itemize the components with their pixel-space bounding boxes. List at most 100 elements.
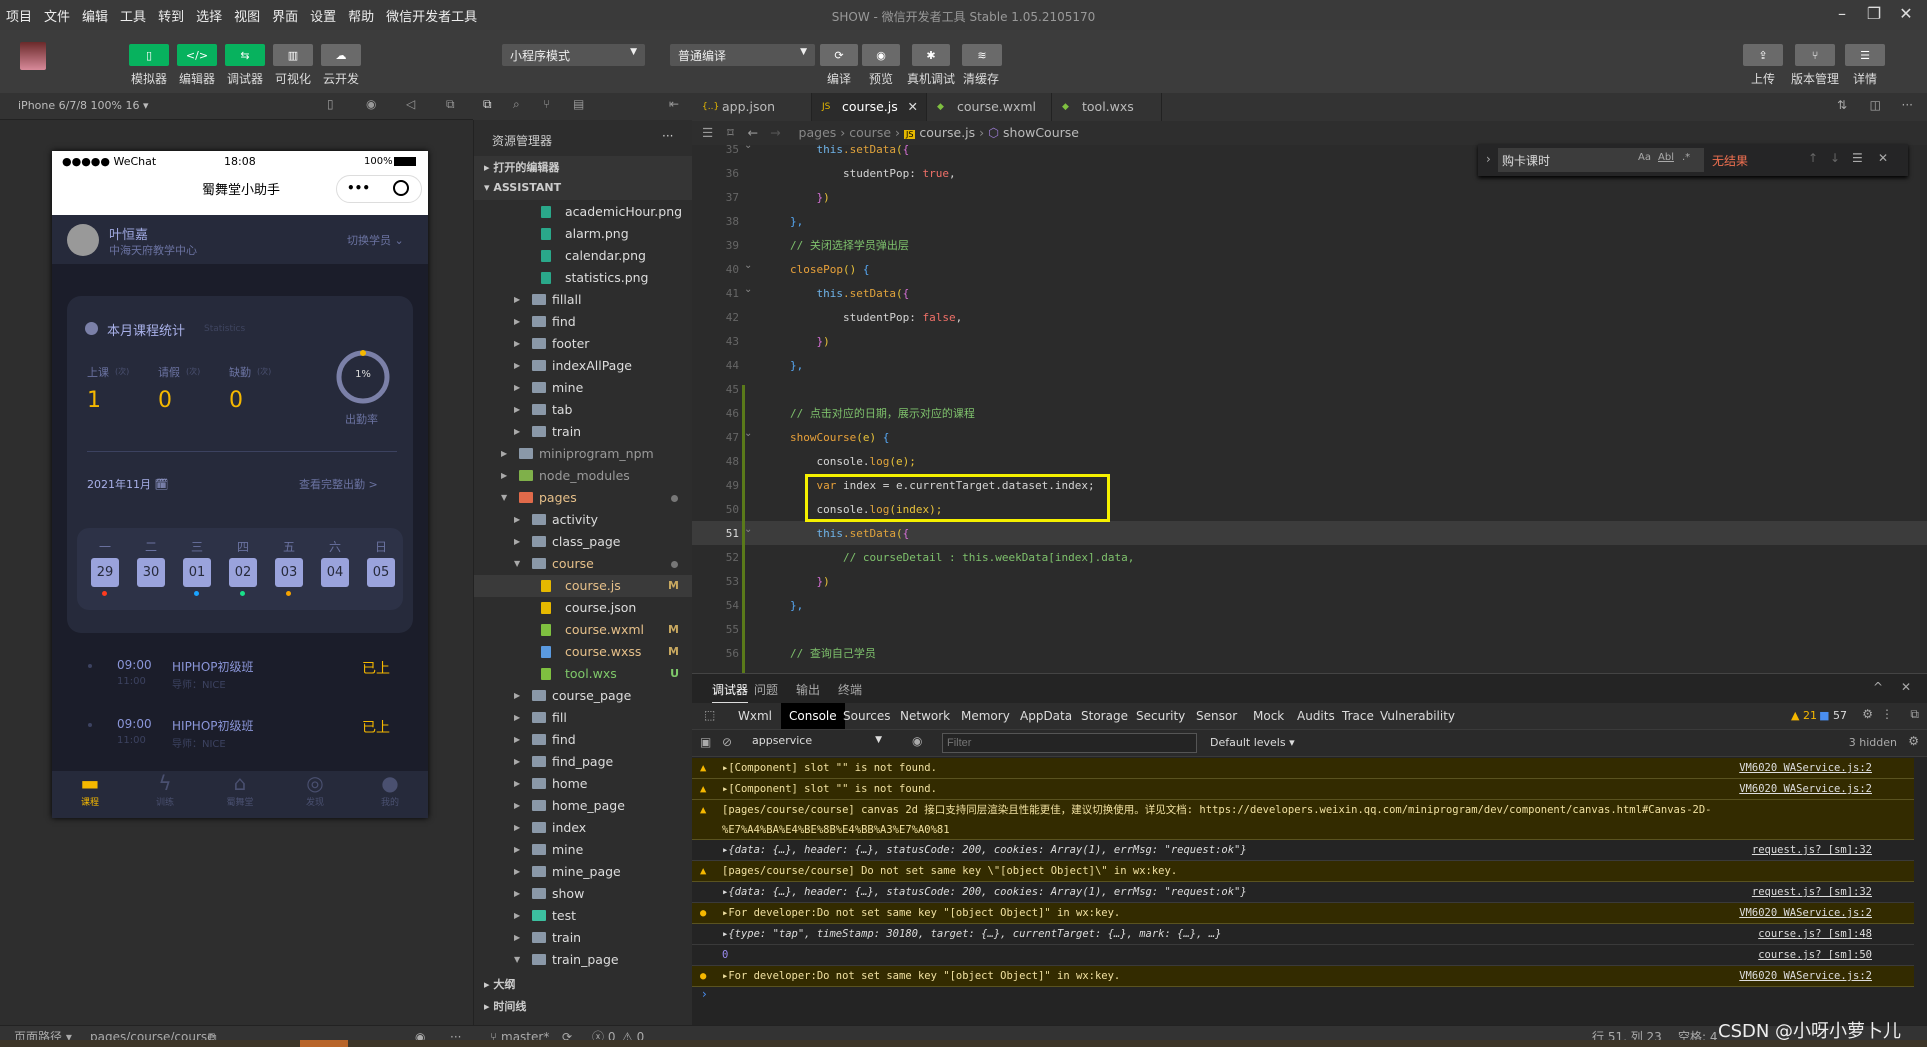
code-line[interactable]: this.setData({ xyxy=(790,138,909,162)
folder-item[interactable]: ▼ pages xyxy=(474,487,693,509)
date-cell[interactable]: 04 xyxy=(321,558,349,587)
file-item[interactable]: course.wxml M xyxy=(474,619,693,641)
maximize-panel-icon[interactable]: ^ xyxy=(1873,680,1883,694)
search-icon[interactable]: ⌕ xyxy=(513,97,520,112)
devtools-tab-vulnerability[interactable]: Vulnerability xyxy=(1372,703,1463,729)
folder-item[interactable]: ▶ mine xyxy=(474,839,693,861)
folder-item[interactable]: ▶ mine xyxy=(474,377,693,399)
code-line[interactable]: this.setData({ xyxy=(790,522,909,546)
close-window-button[interactable]: ✕ xyxy=(1891,4,1921,23)
devtools-tab-sources[interactable]: Sources xyxy=(835,703,898,729)
tab-home[interactable]: ⌂ 蜀舞堂 xyxy=(212,771,268,818)
menu-item[interactable]: 微信开发者工具 xyxy=(380,6,483,25)
file-item[interactable]: course.js M xyxy=(474,575,693,597)
code-line[interactable]: // 点击对应的日期，展示对应的课程 xyxy=(790,402,975,426)
date-cell[interactable]: 02 xyxy=(229,558,257,587)
menu-item[interactable]: 界面 xyxy=(266,6,304,25)
toggle-replace-icon[interactable]: › xyxy=(1486,152,1491,166)
forward-icon[interactable]: → xyxy=(770,125,780,140)
code-line[interactable]: studentPop: true, xyxy=(790,162,956,186)
folder-item[interactable]: ▶ find xyxy=(474,729,693,751)
console-row[interactable]: ▸{data: {…}, header: {…}, statusCode: 20… xyxy=(692,882,1914,903)
date-cell[interactable]: 01 xyxy=(183,558,211,587)
find-in-selection-icon[interactable]: ☰ xyxy=(1852,151,1863,165)
phone-button[interactable]: ▯ xyxy=(129,44,169,66)
devtools-tab-security[interactable]: Security xyxy=(1128,703,1193,729)
debug-icon[interactable]: ▤ xyxy=(573,97,584,111)
clear-console-icon[interactable]: ⊘ xyxy=(722,735,732,749)
git-icon[interactable]: ⑂ xyxy=(543,97,550,111)
code-line[interactable]: this.setData({ xyxy=(790,282,909,306)
folder-item[interactable]: ▶ home_page xyxy=(474,795,693,817)
date-cell[interactable]: 03 xyxy=(275,558,303,587)
date-cell[interactable]: 30 xyxy=(137,558,165,587)
console-row[interactable]: ▲ ▸[Component] slot "" is not found. VM602… xyxy=(692,758,1914,779)
more-icon[interactable]: ••• xyxy=(347,181,370,195)
timeline-section[interactable]: ▸ 时间线 xyxy=(484,998,526,1014)
eye-icon[interactable]: ◉ xyxy=(912,734,922,748)
folder-item[interactable]: ▶ node_modules xyxy=(474,465,693,487)
fold-chevron-icon[interactable]: ⌄ xyxy=(744,140,752,151)
file-item[interactable]: tool.wxs U xyxy=(474,663,693,685)
minimize-button[interactable]: – xyxy=(1827,4,1857,23)
panel-tab[interactable]: 问题 xyxy=(754,681,778,698)
panel-tab[interactable]: 调试器 xyxy=(712,681,749,703)
console-row[interactable]: ● ▸For developer:Do not set same key "[ob… xyxy=(692,966,1914,987)
more-icon[interactable]: ⋮ xyxy=(1881,707,1893,721)
whole-word-toggle[interactable]: Abl xyxy=(1658,152,1674,163)
console-row[interactable]: ● ▸For developer:Do not set same key "[ob… xyxy=(692,903,1914,924)
crumb-item[interactable]: showCourse xyxy=(1003,125,1079,140)
menu-item[interactable]: 项目 xyxy=(0,6,38,25)
menu-icon[interactable]: ☰ xyxy=(1845,44,1885,66)
folder-item[interactable]: ▶ train xyxy=(474,927,693,949)
log-source-link[interactable]: request.js? [sm]:32 xyxy=(1752,840,1872,860)
code-line[interactable]: closePop() { xyxy=(790,258,869,282)
devtools-tab-wxml[interactable]: Wxml xyxy=(730,703,780,729)
folder-item[interactable]: ▶ test xyxy=(474,905,693,927)
devtools-tab-sensor[interactable]: Sensor xyxy=(1188,703,1245,729)
folder-item[interactable]: ▶ show xyxy=(474,883,693,905)
assistant-section[interactable]: ▾ ASSISTANT xyxy=(484,181,561,194)
sidebar-toggle-icon[interactable]: ▣ xyxy=(700,735,711,749)
find-input[interactable]: 购卡课时 Aa Abl .* xyxy=(1498,148,1704,172)
switch-student-button[interactable]: 切换学员 ⌄ xyxy=(347,232,404,248)
fold-chevron-icon[interactable]: ⌄ xyxy=(744,284,752,295)
info-count[interactable]: ■ 57 xyxy=(1819,709,1847,722)
folder-item[interactable]: ▶ class_page xyxy=(474,531,693,553)
devtools-tab-storage[interactable]: Storage xyxy=(1073,703,1136,729)
more-icon[interactable]: ··· xyxy=(662,129,673,143)
compile-select[interactable]: 普通编译 ▼ xyxy=(670,44,815,66)
log-source-link[interactable]: course.js? [sm]:48 xyxy=(1758,924,1872,944)
match-case-toggle[interactable]: Aa xyxy=(1638,152,1651,163)
code-line[interactable]: // 关闭选择学员弹出层 xyxy=(790,234,909,258)
code-button[interactable]: </> xyxy=(177,44,217,66)
menu-item[interactable]: 设置 xyxy=(304,6,342,25)
menu-item[interactable]: 视图 xyxy=(228,6,266,25)
date-cell[interactable]: 29 xyxy=(91,558,119,587)
maximize-button[interactable]: ❐ xyxy=(1859,4,1889,23)
folder-item[interactable]: ▶ tab xyxy=(474,399,693,421)
folder-item[interactable]: ▶ footer xyxy=(474,333,693,355)
folder-item[interactable]: ▼ course xyxy=(474,553,693,575)
month-label[interactable]: 2021年11月 🗓 xyxy=(87,476,168,492)
upload-icon[interactable]: ⇪ xyxy=(1743,44,1783,66)
capsule-menu[interactable]: ••• xyxy=(336,175,422,203)
close-panel-icon[interactable]: ✕ xyxy=(1901,680,1911,694)
outline-section[interactable]: ▸ 大纲 xyxy=(484,976,515,992)
menu-item[interactable]: 文件 xyxy=(38,6,76,25)
regex-toggle[interactable]: .* xyxy=(1682,152,1690,163)
code-line[interactable]: // courseDetail : this.weekData[index].d… xyxy=(790,546,1134,570)
layers-icon[interactable]: ≋ xyxy=(962,44,1002,66)
console-row[interactable]: ▸{data: {…}, header: {…}, statusCode: 20… xyxy=(692,840,1914,861)
code-line[interactable]: }, xyxy=(790,354,803,378)
code-line[interactable]: studentPop: false, xyxy=(790,306,962,330)
file-item[interactable]: course.wxss M xyxy=(474,641,693,663)
folder-item[interactable]: ▶ mine_page xyxy=(474,861,693,883)
log-source-link[interactable]: VM6020 WAService.js:2 xyxy=(1739,758,1872,778)
cloud-button[interactable]: ☁ xyxy=(321,44,361,66)
folder-item[interactable]: ▼ train_page xyxy=(474,949,693,971)
devtools-tab-network[interactable]: Network xyxy=(892,703,958,729)
avatar[interactable] xyxy=(20,42,46,70)
settings-icon[interactable]: ⚙ xyxy=(1862,707,1873,721)
tab-app-json[interactable]: {..} app.json xyxy=(692,93,812,121)
